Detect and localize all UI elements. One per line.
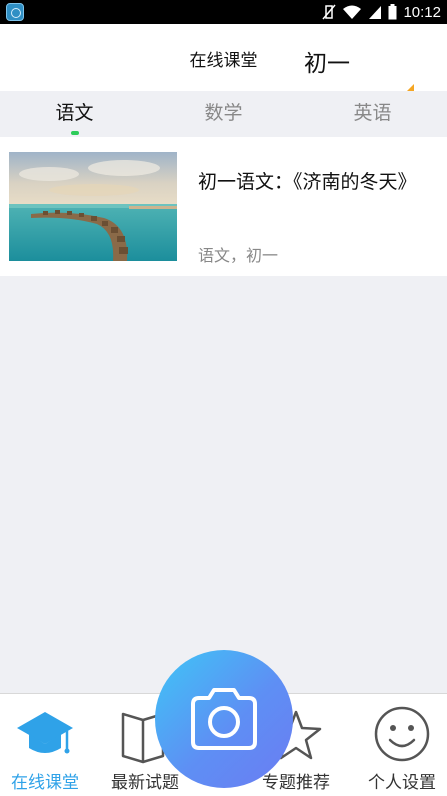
vibrate-off-icon xyxy=(322,4,337,20)
course-meta: 语文，初一 xyxy=(198,246,279,265)
app-notification-icon xyxy=(6,3,24,21)
status-bar: 10:12 xyxy=(0,0,447,24)
camera-button[interactable] xyxy=(155,650,293,788)
page-title: 在线课堂 xyxy=(189,51,258,71)
tab-label: 英语 xyxy=(353,102,392,124)
subject-tabs: 语文 数学 英语 xyxy=(0,91,447,136)
battery-icon xyxy=(388,4,397,20)
wifi-icon xyxy=(343,5,362,19)
smiley-icon xyxy=(374,706,430,762)
course-list-item[interactable]: 初一语文：《济南的冬天》 语文，初一 xyxy=(0,137,447,276)
graduation-cap-icon xyxy=(17,712,73,754)
status-time: 10:12 xyxy=(403,3,441,21)
resort-over-water-photo xyxy=(9,152,177,261)
tab-math[interactable]: 数学 xyxy=(149,91,298,136)
nav-label: 个人设置 xyxy=(368,773,436,793)
grade-selector[interactable]: 初一 xyxy=(304,50,350,78)
course-title: 初一语文：《济南的冬天》 xyxy=(198,171,417,193)
active-tab-indicator xyxy=(70,131,79,135)
tab-label: 语文 xyxy=(55,102,94,124)
camera-icon xyxy=(191,688,257,750)
tab-label: 数学 xyxy=(204,102,243,124)
header: 在线课堂 xyxy=(0,24,447,91)
tab-chinese[interactable]: 语文 xyxy=(0,91,149,136)
nav-item-online-class[interactable]: 在线课堂 xyxy=(0,694,90,796)
course-thumbnail xyxy=(9,152,177,261)
signal-icon xyxy=(369,6,382,19)
nav-label: 在线课堂 xyxy=(11,773,79,793)
nav-label: 最新试题 xyxy=(111,773,179,793)
tab-english[interactable]: 英语 xyxy=(298,91,447,136)
status-icons: 10:12 xyxy=(322,0,441,24)
nav-item-personal-settings[interactable]: 个人设置 xyxy=(357,694,447,796)
